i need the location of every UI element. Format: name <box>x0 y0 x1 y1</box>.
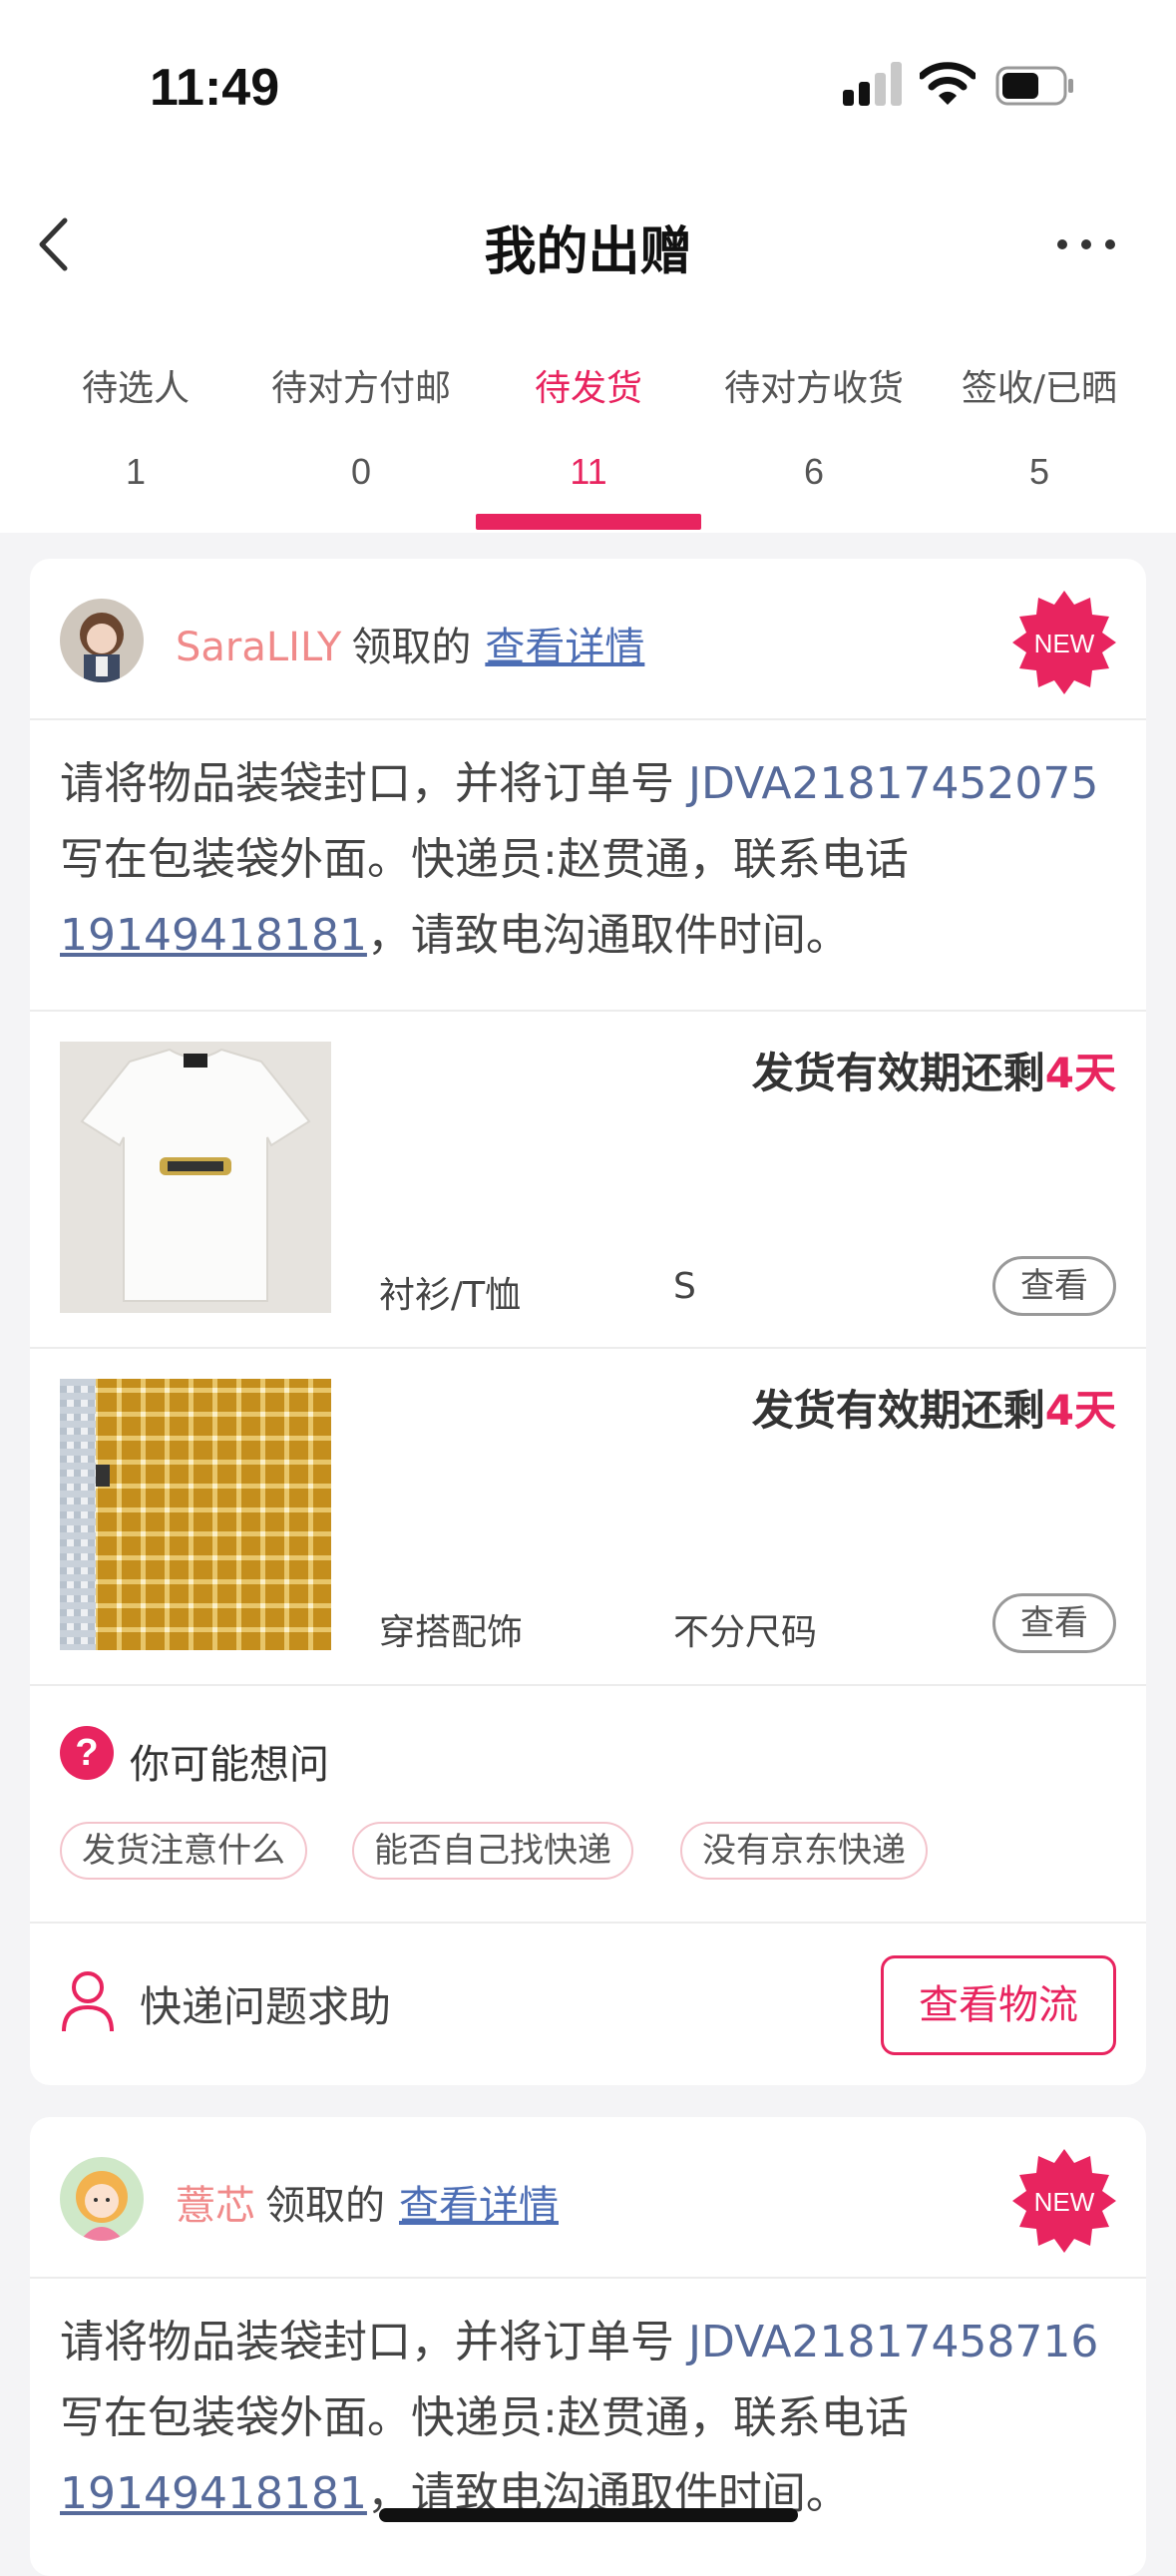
item-category: 穿搭配饰 <box>379 1612 524 1653</box>
order-number: JDVA21817458716 <box>688 2317 1099 2367</box>
view-item-button[interactable]: 查看 <box>992 1593 1116 1653</box>
item-image-accessory[interactable] <box>60 1379 331 1650</box>
list-item: 发货有效期还剩4天 穿搭配饰 不分尺码 查看 <box>30 1347 1146 1686</box>
faq-chip[interactable]: 发货注意什么 <box>60 1822 307 1880</box>
order-card: SaraLILY 领取的 查看详情 NEW 请将物品装袋封口，并将订单号 JDVA2… <box>30 559 1146 2085</box>
view-details-link[interactable]: 查看详情 <box>399 2183 559 2229</box>
note-suffix: ，请致电沟通取件时间。 <box>366 910 850 961</box>
courier-help-link[interactable]: 快递问题求助 <box>140 1973 391 2034</box>
view-item-button[interactable]: 查看 <box>992 1256 1116 1316</box>
item-image-tshirt[interactable] <box>60 1042 331 1313</box>
battery-icon <box>995 66 1073 106</box>
person-icon <box>62 1971 114 2032</box>
courier-phone-link[interactable]: 19149418181 <box>60 910 367 961</box>
note-middle: 写在包装袋外面。快递员:赵贯通，联系电话 <box>60 834 909 885</box>
note-prefix: 请将物品装袋封口，并将订单号 <box>60 758 688 809</box>
tab-label: 签收/已晒 <box>961 368 1118 409</box>
tab-label: 待选人 <box>81 368 190 409</box>
status-time: 11:49 <box>150 59 280 117</box>
shipping-instructions: 请将物品装袋封口，并将订单号 JDVA21817458716 写在包装袋外面。快… <box>60 2305 1117 2532</box>
deadline-label: 发货有效期还剩 <box>751 1386 1045 1435</box>
view-details-link[interactable]: 查看详情 <box>485 625 644 670</box>
question-icon: ? <box>60 1726 114 1780</box>
wifi-icon <box>920 62 976 105</box>
courier-help-row: 快递问题求助 查看物流 <box>30 1922 1146 2085</box>
avatar[interactable] <box>60 2157 144 2241</box>
username[interactable]: 薏芯 <box>176 2183 255 2229</box>
received-label: 领取的 <box>351 625 472 670</box>
tab-label: 待发货 <box>534 368 642 409</box>
cellular-signal-icon <box>843 62 903 106</box>
new-badge-icon: NEW <box>1012 591 1116 694</box>
courier-phone-link[interactable]: 19149418181 <box>60 2468 367 2519</box>
tab-pending-shipment[interactable]: 待发货 11 <box>476 359 701 493</box>
tab-pending-select[interactable]: 待选人 1 <box>23 359 248 493</box>
faq-title: 你可能想问 <box>130 1742 329 1788</box>
new-badge-label: NEW <box>1034 2187 1095 2217</box>
deadline-days: 4天 <box>1044 1386 1116 1435</box>
tab-count: 6 <box>803 451 825 492</box>
note-prefix: 请将物品装袋封口，并将订单号 <box>60 2317 688 2367</box>
order-card-header: 薏芯 领取的 查看详情 NEW <box>30 2117 1146 2279</box>
deadline-label: 发货有效期还剩 <box>751 1049 1045 1097</box>
tab-count: 1 <box>125 451 147 492</box>
item-size: S <box>673 1266 696 1307</box>
note-middle: 写在包装袋外面。快递员:赵贯通，联系电话 <box>60 2392 909 2443</box>
tab-count: 11 <box>570 451 607 492</box>
deadline-days: 4天 <box>1044 1049 1116 1097</box>
received-label: 领取的 <box>265 2183 385 2229</box>
page-title: 我的出赠 <box>484 222 692 282</box>
more-options-icon[interactable] <box>1057 234 1117 254</box>
active-tab-indicator <box>476 514 701 530</box>
tab-received-shared[interactable]: 签收/已晒 5 <box>927 359 1152 493</box>
order-number: JDVA21817452075 <box>688 758 1099 809</box>
faq-chip[interactable]: 没有京东快递 <box>680 1822 928 1880</box>
faq-section: ? 你可能想问 发货注意什么 能否自己找快递 没有京东快递 <box>30 1684 1146 1920</box>
view-logistics-button[interactable]: 查看物流 <box>881 1955 1116 2055</box>
avatar[interactable] <box>60 599 144 682</box>
order-card: 薏芯 领取的 查看详情 NEW 请将物品装袋封口，并将订单号 JDVA2181745… <box>30 2117 1146 2576</box>
tab-pending-postage[interactable]: 待对方付邮 0 <box>248 359 474 493</box>
home-indicator[interactable] <box>379 2508 798 2522</box>
tab-count: 5 <box>1028 451 1050 492</box>
new-badge-icon: NEW <box>1012 2149 1116 2253</box>
tab-label: 待对方付邮 <box>270 368 451 409</box>
tab-label: 待对方收货 <box>723 368 904 409</box>
tab-count: 0 <box>350 451 372 492</box>
new-badge-label: NEW <box>1034 629 1095 658</box>
item-category: 衬衫/T恤 <box>379 1275 522 1316</box>
item-size: 不分尺码 <box>673 1612 818 1653</box>
faq-chip[interactable]: 能否自己找快递 <box>352 1822 633 1880</box>
list-item: 发货有效期还剩4天 衬衫/T恤 S 查看 <box>30 1010 1146 1349</box>
order-card-header: SaraLILY 领取的 查看详情 NEW <box>30 559 1146 720</box>
tab-pending-receipt[interactable]: 待对方收货 6 <box>701 359 927 493</box>
shipping-instructions: 请将物品装袋封口，并将订单号 JDVA21817452075 写在包装袋外面。快… <box>60 746 1117 974</box>
username[interactable]: SaraLILY <box>176 625 341 670</box>
